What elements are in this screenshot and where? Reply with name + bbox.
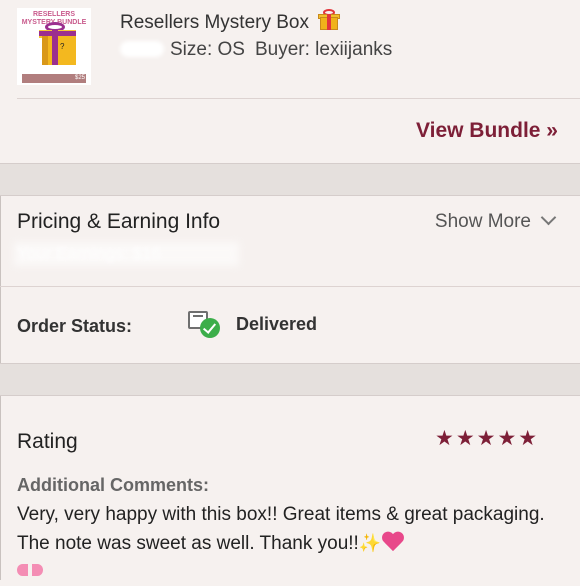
ribbon-bow-icon xyxy=(17,562,43,580)
rating-label: Rating xyxy=(17,430,78,453)
buyer-label: Buyer: lexiijanks xyxy=(254,39,393,60)
view-bundle-link[interactable]: View Bundle » xyxy=(416,119,558,143)
chevron-down-icon xyxy=(540,209,557,226)
divider xyxy=(17,98,580,99)
order-card: RESELLERS MYSTERY BUNDLE ? $25 Resellers… xyxy=(0,0,580,163)
pricing-title: Pricing & Earning Info xyxy=(17,210,221,233)
order-status-section: Order Status: Delivered xyxy=(0,286,580,363)
section-separator xyxy=(0,363,580,396)
additional-comments-label: Additional Comments: xyxy=(17,475,209,495)
redacted-price xyxy=(120,41,164,57)
thumbnail-box-body xyxy=(42,35,76,65)
size-label: Size: OS xyxy=(170,39,245,60)
listing-meta: Size: OS Buyer: lexiijanks xyxy=(120,38,392,62)
thumbnail-ribbon-v xyxy=(52,30,58,65)
thumbnail-price: $25 xyxy=(74,75,85,81)
earnings-text: Your Earnings: $16 xyxy=(17,244,161,263)
comment-text: Very, very happy with this box!! Great i… xyxy=(17,501,573,586)
show-more-label: Show More xyxy=(434,211,531,232)
show-more-button[interactable]: Show More xyxy=(434,209,557,233)
gift-icon xyxy=(318,9,341,31)
rating-section: Rating ★★★★★ Additional Comments: Very, … xyxy=(0,396,580,580)
delivered-box-check-icon xyxy=(186,307,222,339)
listing-title-text: Resellers Mystery Box xyxy=(120,12,309,33)
comment-body: Very, very happy with this box!! Great i… xyxy=(17,504,545,554)
section-separator xyxy=(0,163,580,196)
rating-stars: ★★★★★ xyxy=(435,427,540,450)
thumbnail-question-mark: ? xyxy=(60,42,65,51)
order-detail-screen: RESELLERS MYSTERY BUNDLE ? $25 Resellers… xyxy=(0,0,580,580)
order-status-value: Delivered xyxy=(236,314,318,334)
pricing-section: Pricing & Earning Info Show More Your Ea… xyxy=(0,196,580,284)
sparkles-icon: ✨ xyxy=(358,533,382,553)
listing-title[interactable]: Resellers Mystery Box xyxy=(120,9,341,35)
gift-heart-icon xyxy=(381,532,405,552)
listing-thumbnail[interactable]: RESELLERS MYSTERY BUNDLE ? $25 xyxy=(17,8,91,85)
order-status-label: Order Status: xyxy=(17,316,133,336)
